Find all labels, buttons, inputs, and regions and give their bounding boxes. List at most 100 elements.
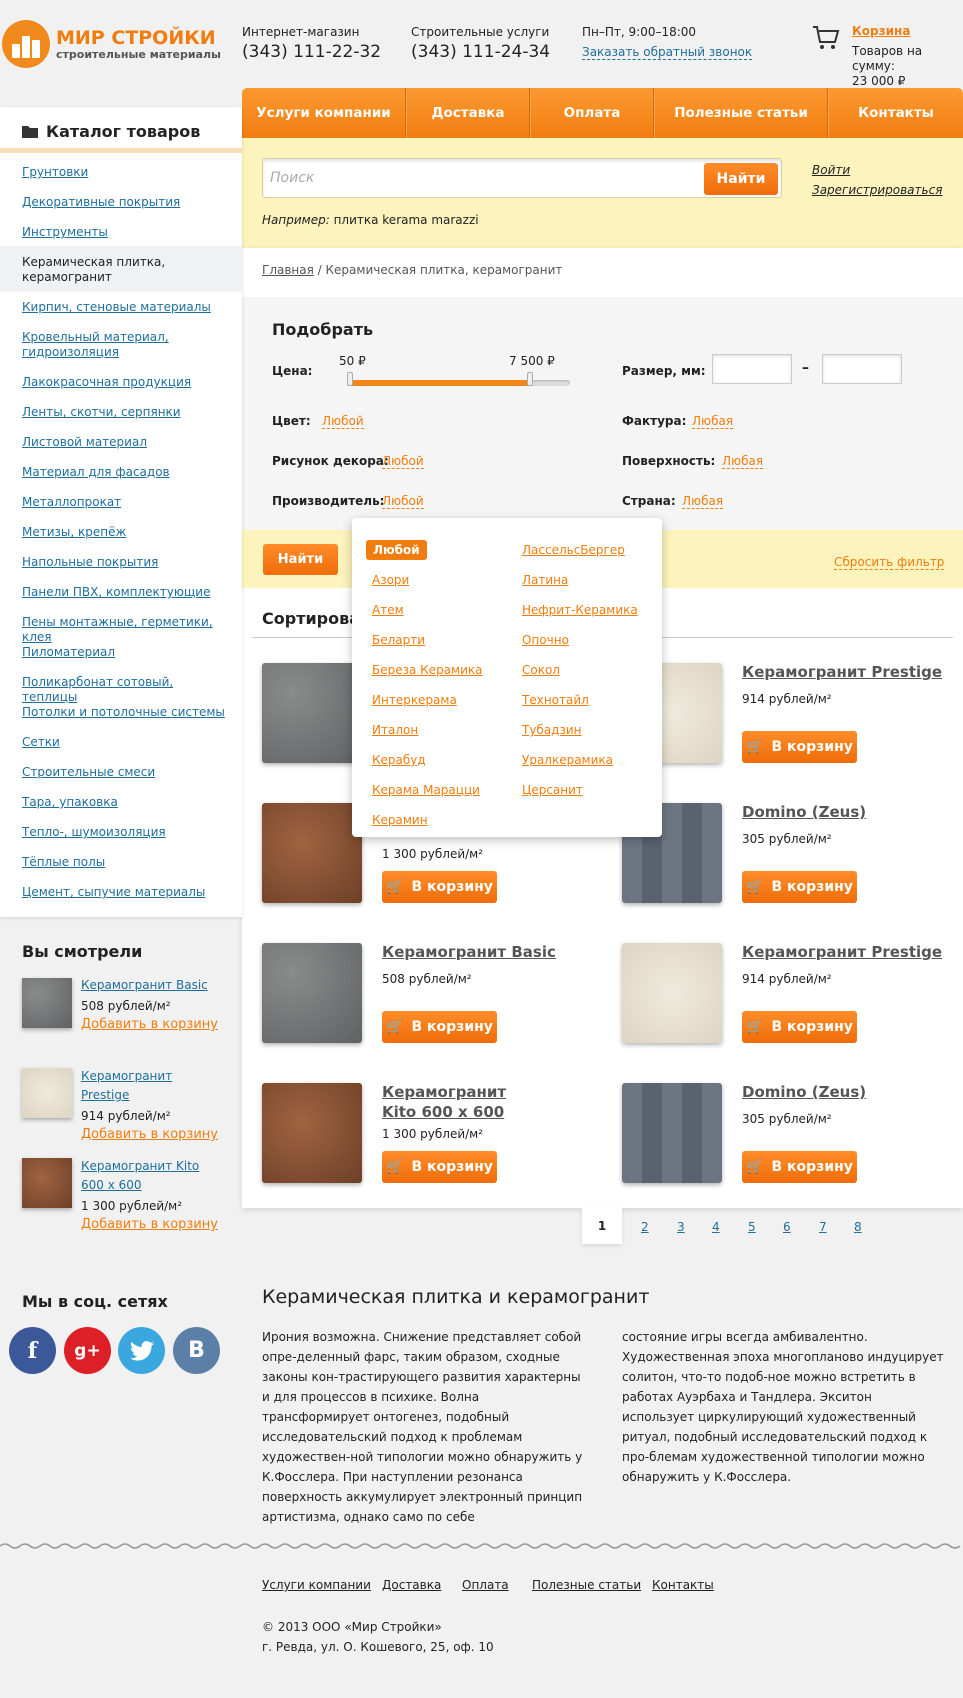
dropdown-item[interactable]: Нефрит-Керамика — [522, 595, 638, 625]
nav-services[interactable]: Услуги компании — [242, 88, 406, 138]
page-link[interactable]: 3 — [677, 1220, 685, 1234]
catalog-item[interactable]: Инструменты — [22, 225, 232, 240]
catalog-item[interactable]: Металлопрокат — [22, 495, 232, 510]
google-plus-icon[interactable]: g+ — [64, 1327, 111, 1374]
dropdown-item[interactable]: Сокол — [522, 655, 638, 685]
texture-select[interactable]: Любая — [692, 414, 734, 429]
nav-delivery[interactable]: Доставка — [406, 88, 530, 138]
product-name[interactable]: Domino (Zeus) — [742, 1082, 866, 1102]
page-link[interactable]: 4 — [712, 1220, 720, 1234]
viewed-add-link[interactable]: Добавить в корзину — [81, 1017, 221, 1032]
catalog-item[interactable]: Пиломатериал — [22, 645, 232, 660]
dropdown-item[interactable]: Италон — [372, 715, 483, 745]
catalog-item[interactable]: Панели ПВХ, комплектующие — [22, 585, 232, 600]
product-name[interactable]: Керамогранит Prestige — [742, 942, 942, 962]
dropdown-item[interactable]: Тубадзин — [522, 715, 638, 745]
add-to-cart-button[interactable]: 🛒 В корзину — [742, 871, 857, 903]
viewed-name[interactable]: Керамогранит Prestige — [81, 1067, 221, 1105]
cart-link[interactable]: Корзина — [852, 24, 910, 38]
catalog-item[interactable]: Тепло-, шумоизоляция — [22, 825, 232, 840]
dropdown-item[interactable]: Церсанит — [522, 775, 638, 805]
vk-icon[interactable]: B — [173, 1327, 220, 1374]
catalog-item[interactable]: Строительные смеси — [22, 765, 232, 780]
filter-reset-link[interactable]: Сбросить фильтр — [834, 555, 945, 570]
dropdown-item[interactable]: Беларти — [372, 625, 483, 655]
maker-select[interactable]: Любой — [382, 494, 424, 509]
catalog-item[interactable]: Напольные покрытия — [22, 555, 232, 570]
dropdown-item-selected[interactable]: Любой — [366, 535, 483, 565]
product-image[interactable] — [622, 1083, 722, 1183]
register-link[interactable]: Зарегистрироваться — [812, 183, 942, 197]
add-to-cart-button[interactable]: 🛒 В корзину — [742, 1151, 857, 1183]
page-link[interactable]: 5 — [748, 1220, 756, 1234]
page-link[interactable]: 2 — [641, 1220, 649, 1234]
dropdown-item[interactable]: Интеркерама — [372, 685, 483, 715]
catalog-item[interactable]: Грунтовки — [22, 165, 232, 180]
nav-articles[interactable]: Полезные статьи — [654, 88, 828, 138]
footer-nav-contacts[interactable]: Контакты — [652, 1578, 714, 1592]
footer-nav-delivery[interactable]: Доставка — [382, 1578, 441, 1592]
logo[interactable]: МИР СТРОЙКИ строительные материалы — [2, 20, 222, 68]
catalog-item[interactable]: Метизы, крепёж — [22, 525, 232, 540]
add-to-cart-button[interactable]: 🛒 В корзину — [742, 731, 857, 763]
breadcrumb-home[interactable]: Главная — [262, 263, 314, 277]
search-example-value[interactable]: плитка kerama marazzi — [334, 213, 479, 227]
dropdown-item[interactable]: Уралкерамика — [522, 745, 638, 775]
catalog-item[interactable]: Материал для фасадов — [22, 465, 232, 480]
dropdown-item[interactable]: Азори — [372, 565, 483, 595]
product-name[interactable]: Керамогранит Basic — [382, 942, 556, 962]
catalog-item[interactable]: Сетки — [22, 735, 232, 750]
catalog-item[interactable]: Поликарбонат сотовый, теплицы — [22, 675, 232, 705]
catalog-item[interactable]: Пены монтажные, герметики, клея — [22, 615, 232, 645]
dropdown-item[interactable]: Керама Марацци — [372, 775, 483, 805]
product-name[interactable]: Керамогранит Prestige — [742, 662, 942, 682]
dropdown-item[interactable]: Атем — [372, 595, 483, 625]
cart-icon[interactable] — [812, 24, 840, 52]
viewed-name[interactable]: Керамогранит Kito 600 x 600 — [81, 1157, 201, 1195]
viewed-image[interactable] — [22, 978, 72, 1028]
product-image[interactable] — [262, 663, 362, 763]
product-name[interactable]: Керамогранит Kito 600 x 600 — [382, 1082, 542, 1122]
size-min-input[interactable] — [712, 354, 792, 384]
footer-nav-articles[interactable]: Полезные статьи — [532, 1578, 641, 1592]
catalog-item-active[interactable]: Керамическая плитка, керамогранит — [22, 255, 232, 285]
catalog-item[interactable]: Потолки и потолочные системы — [22, 705, 232, 720]
dropdown-item[interactable]: Керамин — [372, 805, 483, 835]
product-image[interactable] — [622, 943, 722, 1043]
viewed-name[interactable]: Керамогранит Basic — [81, 976, 221, 995]
dropdown-item[interactable]: Латина — [522, 565, 638, 595]
country-select[interactable]: Любая — [682, 494, 724, 509]
viewed-add-link[interactable]: Добавить в корзину — [81, 1217, 218, 1232]
viewed-image[interactable] — [22, 1158, 72, 1208]
dropdown-item[interactable]: Керабуд — [372, 745, 483, 775]
catalog-item[interactable]: Тёплые полы — [22, 855, 232, 870]
catalog-item[interactable]: Кирпич, стеновые материалы — [22, 300, 232, 315]
viewed-add-link[interactable]: Добавить в корзину — [81, 1127, 221, 1142]
filter-submit-button[interactable]: Найти — [263, 544, 338, 575]
footer-nav-services[interactable]: Услуги компании — [262, 1578, 371, 1592]
dropdown-item[interactable]: Опочно — [522, 625, 638, 655]
page-link[interactable]: 7 — [819, 1220, 827, 1234]
page-link[interactable]: 6 — [783, 1220, 791, 1234]
catalog-item[interactable]: Кровельный материал, гидроизоляция — [22, 330, 232, 360]
catalog-item[interactable]: Ленты, скотчи, серпянки — [22, 405, 232, 420]
catalog-item[interactable]: Цемент, сыпучие материалы — [22, 885, 232, 900]
login-link[interactable]: Войти — [812, 163, 850, 177]
price-max-handle[interactable] — [527, 372, 533, 386]
dropdown-item[interactable]: Береза Керамика — [372, 655, 483, 685]
catalog-item[interactable]: Декоративные покрытия — [22, 195, 232, 210]
footer-nav-payment[interactable]: Оплата — [462, 1578, 509, 1592]
catalog-item[interactable]: Листовой материал — [22, 435, 232, 450]
product-name[interactable]: Domino (Zeus) — [742, 802, 866, 822]
facebook-icon[interactable]: f — [9, 1327, 56, 1374]
add-to-cart-button[interactable]: 🛒 В корзину — [382, 1151, 497, 1183]
product-image[interactable] — [262, 803, 362, 903]
add-to-cart-button[interactable]: 🛒 В корзину — [742, 1011, 857, 1043]
surface-select[interactable]: Любая — [722, 454, 764, 469]
page-link[interactable]: 8 — [854, 1220, 862, 1234]
viewed-image[interactable] — [22, 1068, 72, 1118]
product-image[interactable] — [262, 1083, 362, 1183]
nav-contacts[interactable]: Контакты — [828, 88, 963, 138]
catalog-item[interactable]: Тара, упаковка — [22, 795, 232, 810]
twitter-icon[interactable] — [118, 1327, 165, 1374]
